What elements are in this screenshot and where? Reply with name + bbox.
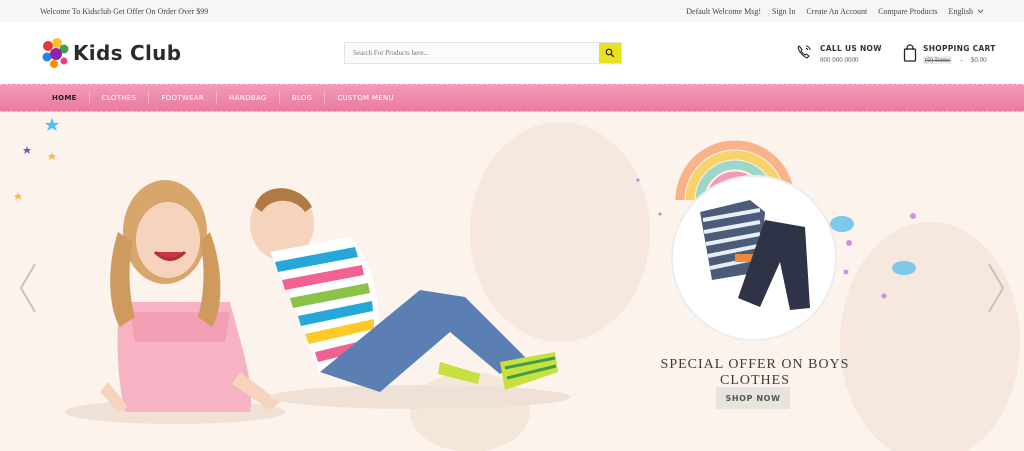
nav-blog[interactable]: BLOG	[280, 92, 326, 104]
product-circle	[671, 175, 837, 341]
chevron-down-icon	[977, 9, 984, 13]
sign-in-link[interactable]: Sign In	[772, 7, 795, 16]
language-selector[interactable]: English	[949, 7, 984, 16]
hero-title: SPECIAL OFFER ON BOYS CLOTHES	[660, 357, 850, 388]
logo[interactable]: Kids Club	[40, 37, 340, 69]
create-account-link[interactable]: Create An Account	[806, 7, 867, 16]
nav-footwear[interactable]: FOOTWEAR	[149, 92, 218, 104]
slider-next-arrow-icon[interactable]	[986, 262, 1006, 314]
nav-home[interactable]: HOME	[40, 92, 90, 104]
header: Kids Club CALL US NOW 800 000 0000 SHOPP…	[0, 22, 1024, 84]
compare-products-link[interactable]: Compare Products	[878, 7, 937, 16]
search-input[interactable]	[345, 43, 599, 63]
main-nav: HOME CLOTHES FOOTWEAR HANDBAG BLOG CUSTO…	[0, 84, 1024, 112]
call-label: CALL US NOW	[820, 44, 882, 53]
logo-text: Kids Club	[73, 41, 182, 65]
nav-handbag[interactable]: HANDBAG	[217, 92, 280, 104]
language-label: English	[948, 6, 973, 16]
top-links: Default Welcome Msg! Sign In Create An A…	[686, 7, 984, 16]
shop-now-button[interactable]: SHOP NOW	[716, 387, 790, 409]
stars-decoration	[14, 118, 59, 200]
default-welcome-link[interactable]: Default Welcome Msg!	[686, 7, 761, 16]
welcome-message: Welcome To Kidsclub Get Offer On Order O…	[40, 6, 209, 16]
shopping-bag-icon	[903, 44, 917, 62]
cart-separator: -	[960, 56, 963, 64]
hero-illustration	[14, 118, 1020, 451]
shopping-cart[interactable]: SHOPPING CART (0) Items - $0.00	[903, 44, 996, 64]
search-bar	[344, 42, 622, 64]
nav-custom-menu[interactable]: CUSTOM MENU	[325, 92, 406, 104]
slider-prev-arrow-icon[interactable]	[18, 262, 38, 314]
phone-icon	[797, 45, 811, 59]
cart-total: $0.00	[970, 56, 987, 64]
nav-clothes[interactable]: CLOTHES	[90, 92, 150, 104]
search-button[interactable]	[599, 43, 621, 63]
logo-balloons-icon	[42, 38, 69, 68]
cart-item-count: (0) Items	[923, 56, 953, 64]
call-number: 800 000 0000	[820, 56, 859, 64]
top-bar: Welcome To Kidsclub Get Offer On Order O…	[0, 0, 1024, 22]
call-us: CALL US NOW 800 000 0000	[796, 44, 882, 64]
hero-slider: SPECIAL OFFER ON BOYS CLOTHES SHOP NOW	[0, 112, 1024, 451]
search-icon	[605, 48, 615, 58]
cart-label: SHOPPING CART	[923, 44, 996, 53]
